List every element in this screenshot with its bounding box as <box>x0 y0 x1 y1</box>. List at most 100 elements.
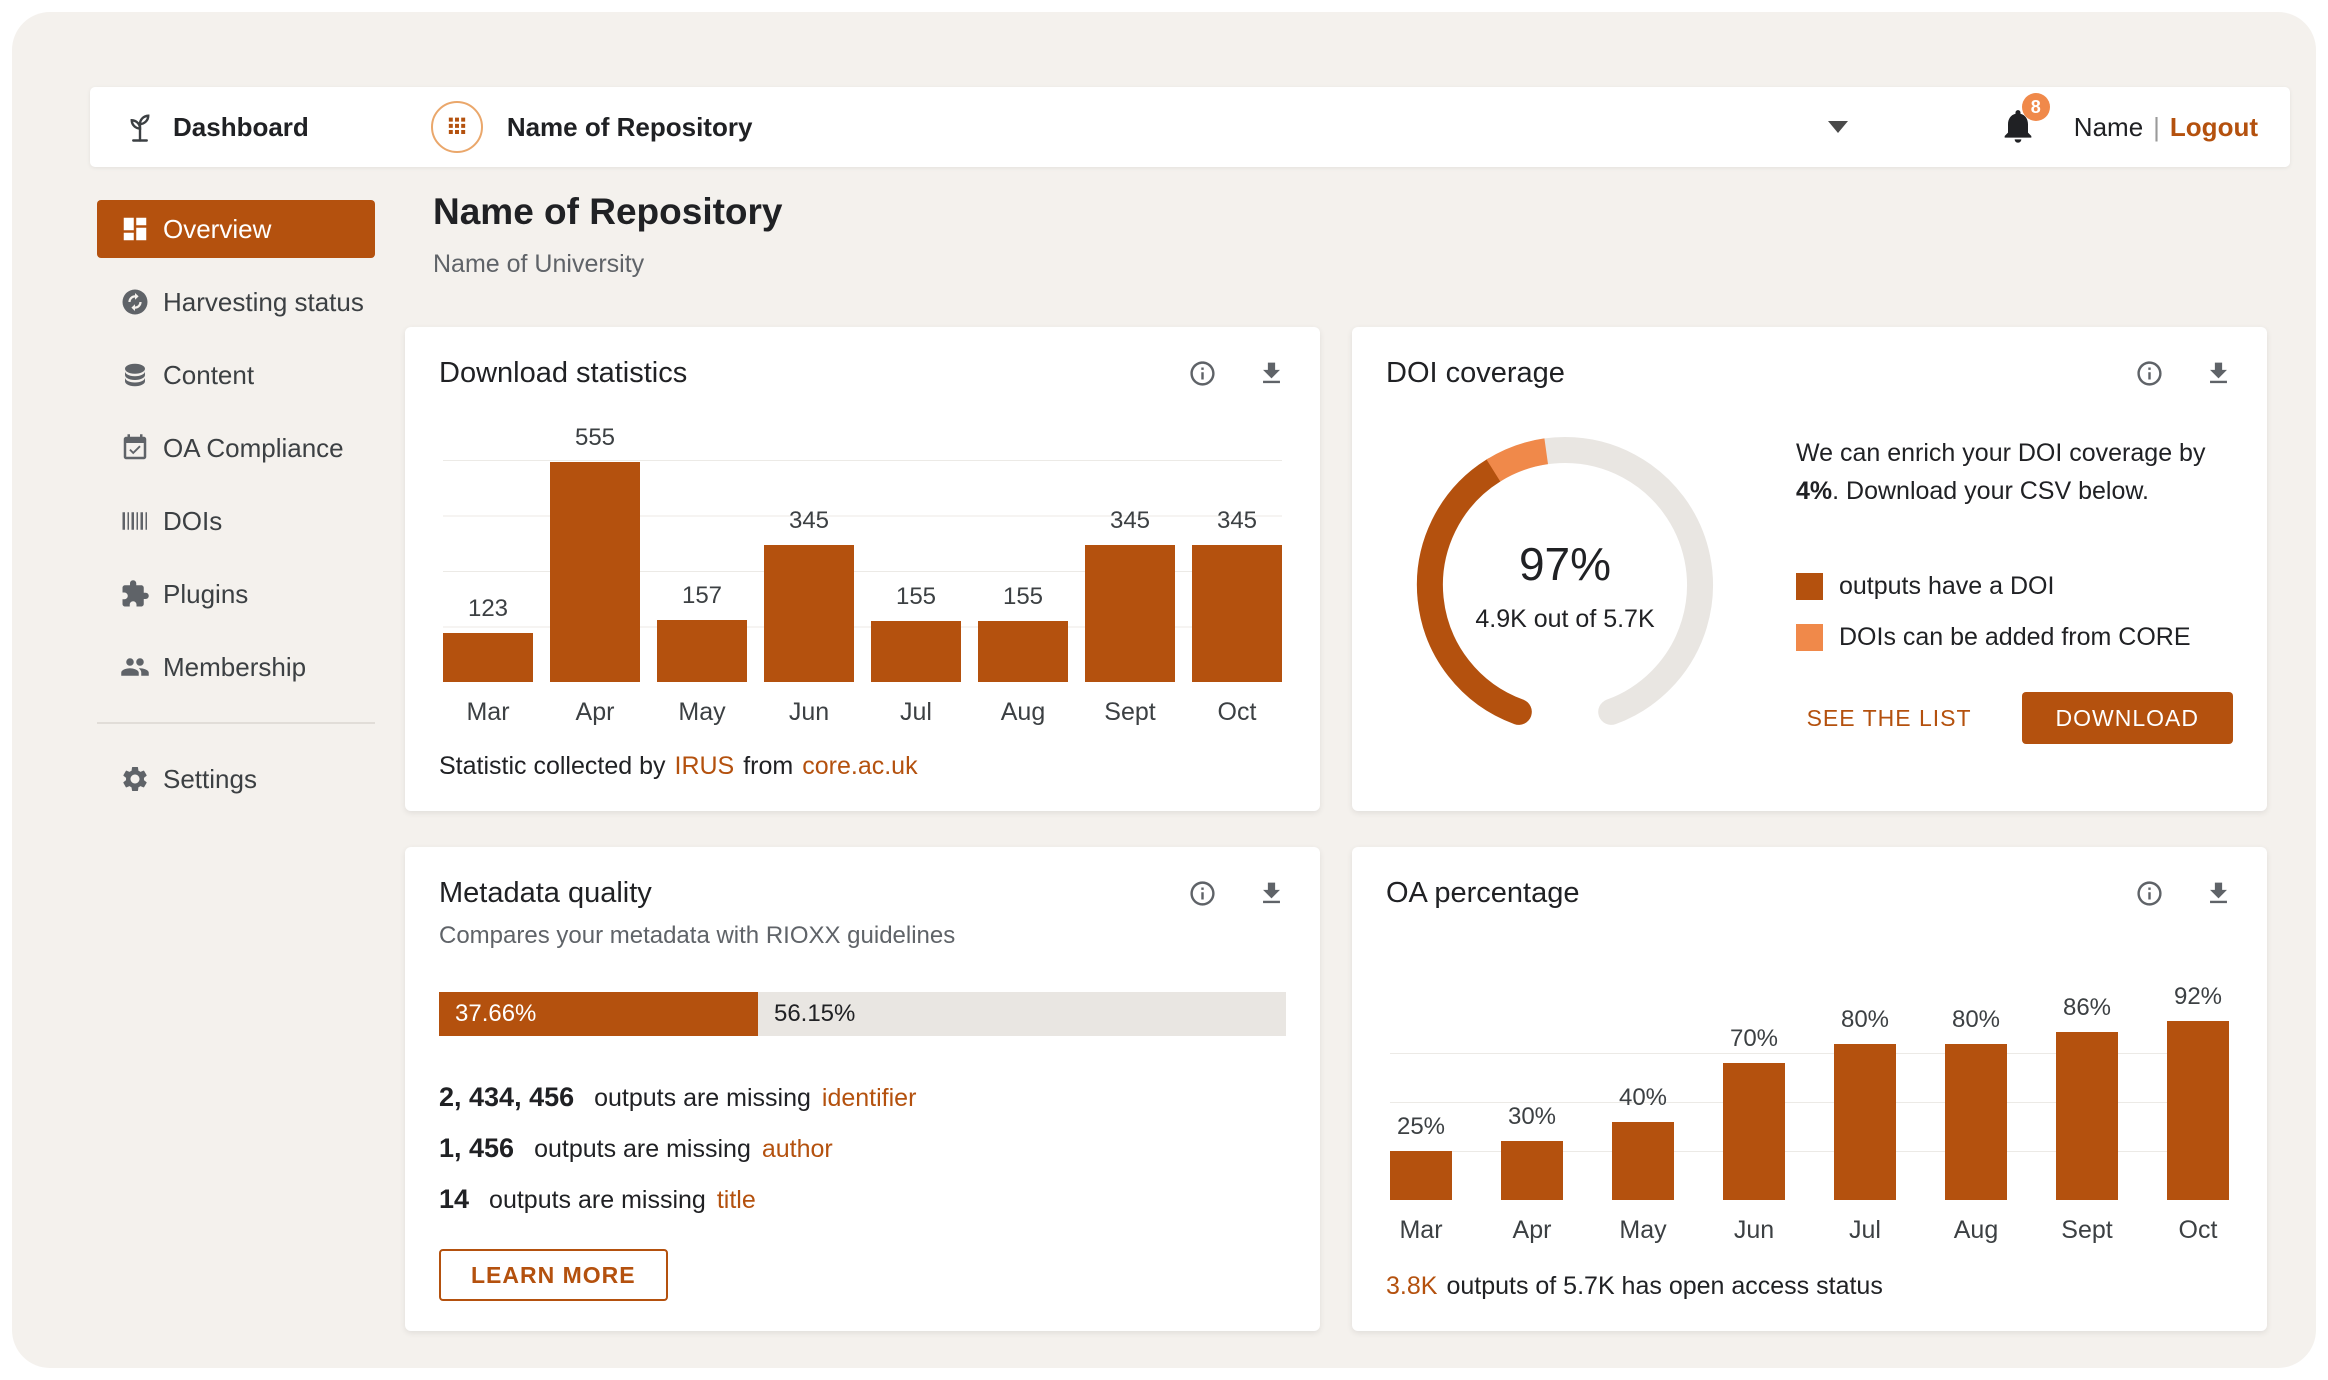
bar-may: 157 May <box>657 460 747 726</box>
bar-may: 40% May <box>1612 1005 1674 1244</box>
bar-mar: 25% Mar <box>1390 1005 1452 1244</box>
repository-selector-label: Name of Repository <box>506 111 753 142</box>
gear-icon <box>120 764 150 794</box>
sidebar-item-label: Membership <box>163 651 307 682</box>
main-content: Name of Repository Name of University Do… <box>405 184 2267 1331</box>
download-icon[interactable] <box>2204 359 2233 388</box>
bar-apr: 30% Apr <box>1501 1005 1563 1244</box>
bar-sept: 345 Sept <box>1085 460 1175 726</box>
database-icon <box>120 360 150 390</box>
learn-more-button[interactable]: LEARN MORE <box>439 1249 668 1301</box>
oa-footer-highlight: 3.8K <box>1386 1272 1438 1300</box>
missing-count: 2, 434, 456 <box>439 1082 575 1112</box>
brand-label: Dashboard <box>173 111 309 142</box>
doi-blurb: We can enrich your DOI coverage by 4%. D… <box>1796 434 2233 510</box>
metadata-quality-card: Metadata quality Compares your metadata … <box>405 847 1320 1331</box>
page-subtitle: Name of University <box>433 250 645 278</box>
app-background: Dashboard Name of Repository 8 Name | Lo <box>12 12 2316 1368</box>
sidebar-item-harvesting-status[interactable]: Harvesting status <box>97 273 375 331</box>
missing-fields-list: 2, 434, 456 outputs are missing identifi… <box>439 1082 1286 1215</box>
missing-field-link[interactable]: title <box>717 1186 756 1215</box>
core-link[interactable]: core.ac.uk <box>802 752 917 781</box>
notifications-button[interactable]: 8 <box>1998 93 2050 149</box>
repository-selector[interactable]: Name of Repository <box>430 101 1998 153</box>
user-menu: Name | Logout <box>2074 112 2258 143</box>
sidebar-item-membership[interactable]: Membership <box>97 638 375 696</box>
sidebar-item-dois[interactable]: DOIs <box>97 492 375 550</box>
doi-legend: outputs have a DOI DOIs can be added fro… <box>1796 572 2233 652</box>
footer-text: outputs of 5.7K has open access status <box>1446 1272 1883 1300</box>
bar-jul: 80% Jul <box>1834 1005 1896 1244</box>
missing-field-link[interactable]: author <box>762 1135 833 1164</box>
notification-badge: 8 <box>2021 93 2050 121</box>
download-button[interactable]: DOWNLOAD <box>2021 692 2233 744</box>
sidebar-item-label: Plugins <box>163 578 249 609</box>
user-name: Name <box>2073 111 2144 142</box>
doi-percent: 97% <box>1518 537 1612 590</box>
card-title: OA percentage <box>1386 877 1580 909</box>
chevron-down-icon[interactable] <box>1827 121 1848 133</box>
sidebar-divider <box>97 722 375 724</box>
doi-fraction: 4.9K out of 5.7K <box>1475 604 1655 633</box>
oa-footer: 3.8K outputs of 5.7K has open access sta… <box>1386 1272 2233 1301</box>
oa-bar-chart: 25% Mar 30% Apr 40% May 70% Jun 80% Jul 80% Aug 86% S… <box>1390 983 2229 1244</box>
bar-aug: 155 Aug <box>978 460 1068 726</box>
dashboard-icon <box>120 214 150 244</box>
dashboard-logo-icon <box>130 114 150 142</box>
bar-mar: 123 Mar <box>443 460 533 726</box>
sidebar-item-content[interactable]: Content <box>97 346 375 404</box>
footer-text: Statistic collected by <box>439 752 666 780</box>
info-icon[interactable] <box>2135 359 2164 388</box>
card-title: DOI coverage <box>1386 357 1565 389</box>
legend-swatch-dark <box>1796 573 1823 600</box>
download-icon[interactable] <box>2204 879 2233 908</box>
blurb-text: . Download your CSV below. <box>1832 477 2149 505</box>
sidebar-item-label: OA Compliance <box>163 432 344 463</box>
download-icon[interactable] <box>1257 879 1286 908</box>
bar-jun: 70% Jun <box>1723 1005 1785 1244</box>
metadata-progress-bar: 37.66% 56.15% <box>439 992 1286 1036</box>
metadata-progress-fill: 37.66% <box>439 992 758 1036</box>
oa-percentage-card: OA percentage 25% Mar 30% Apr 40% May 70% Jun 80… <box>1352 847 2267 1331</box>
info-icon[interactable] <box>2135 879 2164 908</box>
missing-author-row: 1, 456 outputs are missing author <box>439 1133 1286 1164</box>
repository-building-icon <box>430 101 483 153</box>
user-separator: | <box>2153 111 2160 142</box>
downloads-bar-chart: 123 Mar 555 Apr 157 May 345 Jun 155 Jul 155 Aug 345 S… <box>443 424 1282 726</box>
cards-grid: Download statistics 123 Mar 555 Apr 157 May 34… <box>405 327 2267 1331</box>
missing-text: outputs are missing <box>534 1135 751 1163</box>
bar-aug: 80% Aug <box>1945 1005 2007 1244</box>
footer-text: from <box>743 752 794 780</box>
metadata-progress-rest-label: 56.15% <box>773 1000 856 1027</box>
sidebar-item-overview[interactable]: Overview <box>97 200 375 258</box>
info-icon[interactable] <box>1188 879 1217 908</box>
bar-apr: 555 Apr <box>550 424 640 726</box>
card-title: Metadata quality <box>439 877 652 909</box>
missing-text: outputs are missing <box>489 1186 706 1214</box>
missing-field-link[interactable]: identifier <box>822 1084 917 1113</box>
brand[interactable]: Dashboard <box>122 109 309 145</box>
sidebar-item-label: Overview <box>163 213 272 244</box>
missing-identifier-row: 2, 434, 456 outputs are missing identifi… <box>439 1082 1286 1113</box>
info-icon[interactable] <box>1188 359 1217 388</box>
doi-coverage-card: DOI coverage 97% 4.9K out of 5.7K We can… <box>1352 327 2267 811</box>
bar-jun: 345 Jun <box>764 460 854 726</box>
download-icon[interactable] <box>1257 359 1286 388</box>
missing-text: outputs are missing <box>594 1084 811 1112</box>
sidebar-item-oa-compliance[interactable]: OA Compliance <box>97 419 375 477</box>
blurb-text: We can enrich your DOI coverage by <box>1796 439 2206 467</box>
doi-gauge: 97% 4.9K out of 5.7K <box>1400 420 1730 750</box>
sidebar-item-label: DOIs <box>163 505 223 536</box>
sidebar-item-plugins[interactable]: Plugins <box>97 565 375 623</box>
logout-link[interactable]: Logout <box>2170 112 2258 143</box>
bar-sept: 86% Sept <box>2056 994 2118 1244</box>
people-icon <box>120 652 150 682</box>
metadata-subtitle: Compares your metadata with RIOXX guidel… <box>439 922 956 949</box>
sidebar-item-settings[interactable]: Settings <box>97 750 375 808</box>
sidebar-item-label: Content <box>163 359 255 390</box>
downloads-footer: Statistic collected by IRUS from core.ac… <box>439 752 1286 781</box>
irus-link[interactable]: IRUS <box>675 752 735 781</box>
see-the-list-button[interactable]: SEE THE LIST <box>1801 704 1978 733</box>
doi-actions: SEE THE LIST DOWNLOAD <box>1796 692 2233 744</box>
legend-item-added-from-core: DOIs can be added from CORE <box>1796 623 2233 652</box>
